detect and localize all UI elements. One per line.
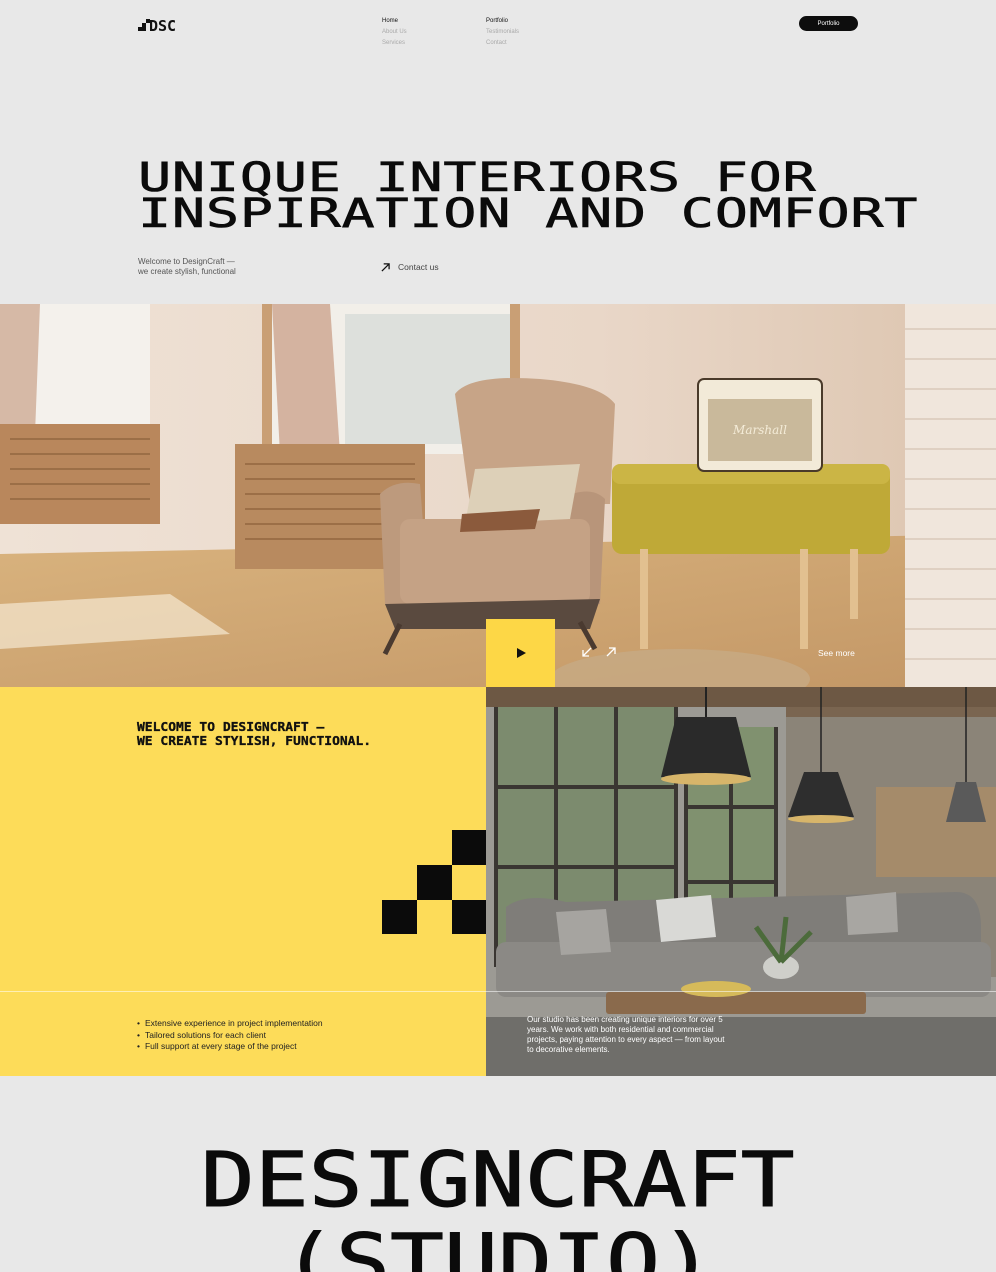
section-divider (0, 991, 996, 992)
play-video-button[interactable] (486, 619, 555, 687)
hero-title-line-2: INSPIRATION AND COMFORT (138, 191, 919, 237)
arrow-up-right-icon (381, 262, 390, 272)
nav-about-us[interactable]: About Us (382, 27, 407, 38)
about-title-line-1: WELCOME TO DESIGNCRAFT — (137, 720, 325, 734)
play-icon (516, 648, 526, 658)
portfolio-button[interactable]: Portfolio (799, 16, 858, 31)
about-title-line-2: WE CREATE STYLISH, FUNCTIONAL. (137, 734, 372, 748)
hero-title: UNIQUE INTERIORS FOR INSPIRATION AND COM… (138, 158, 919, 237)
nav-contact[interactable]: Contact (486, 38, 519, 49)
brand-logo[interactable]: DSC (138, 16, 182, 32)
feature-item: Tailored solutions for each client (137, 1030, 323, 1042)
feature-item: Full support at every stage of the proje… (137, 1041, 323, 1053)
studio-name-line-1: DESIGNCRAFT (200, 1135, 795, 1224)
see-more-link[interactable]: See more (818, 648, 855, 658)
nav-portfolio[interactable]: Portfolio (486, 16, 519, 27)
nav-services[interactable]: Services (382, 38, 407, 49)
logo-text: DSC (149, 17, 176, 32)
nav-column-primary: Home About Us Services (382, 16, 407, 49)
features-list: Extensive experience in project implemen… (137, 1018, 323, 1053)
studio-name-line-2: (STUDIO) (281, 1217, 714, 1272)
gallery-arrows (582, 647, 616, 657)
studio-name-heading: DESIGNCRAFT (0, 1135, 996, 1224)
nav-home[interactable]: Home (382, 16, 407, 27)
hero-subtitle-line-1: Welcome to DesignCraft — (138, 257, 235, 266)
radio-brand-text: Marshall (732, 423, 787, 437)
contact-us-label: Contact us (398, 262, 439, 272)
arrow-down-left-icon[interactable] (582, 647, 592, 657)
studio-name-subheading: (STUDIO) (0, 1217, 996, 1272)
nav-testimonials[interactable]: Testimonials (486, 27, 519, 38)
feature-item: Extensive experience in project implemen… (137, 1018, 323, 1030)
contact-us-link[interactable]: Contact us (381, 262, 439, 272)
nav-column-secondary: Portfolio Testimonials Contact (486, 16, 519, 49)
hero-subtitle: Welcome to DesignCraft — we create styli… (138, 257, 268, 277)
arrow-up-right-icon[interactable] (606, 647, 616, 657)
about-title: WELCOME TO DESIGNCRAFT — WE CREATE STYLI… (137, 720, 371, 748)
studio-description: Our studio has been creating unique inte… (527, 1015, 725, 1054)
checker-pattern-graphic (382, 830, 486, 934)
hero-subtitle-line-2: we create stylish, functional (138, 267, 236, 276)
